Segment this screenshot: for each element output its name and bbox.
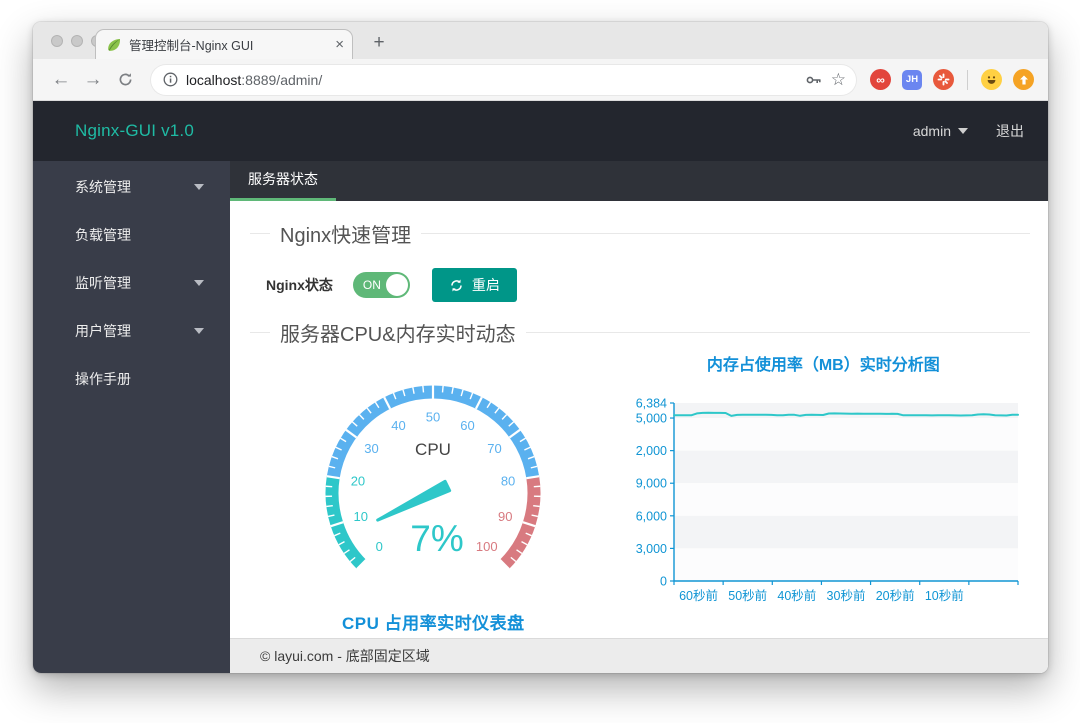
key-icon[interactable] xyxy=(805,71,823,89)
back-icon[interactable]: ← xyxy=(47,66,75,94)
sidebar-item-manual[interactable]: 操作手册 xyxy=(33,355,230,403)
logout-link[interactable]: 退出 xyxy=(996,121,1024,141)
nginx-status-row: Nginx状态 ON 重启 xyxy=(266,268,1030,302)
reload-icon[interactable] xyxy=(111,66,139,94)
svg-text:3,000: 3,000 xyxy=(636,542,667,556)
shutter-extension-icon[interactable] xyxy=(933,69,954,90)
svg-text:9,000: 9,000 xyxy=(636,477,667,491)
address-bar[interactable]: localhost:8889/admin/ ☆ xyxy=(151,65,856,95)
svg-text:100: 100 xyxy=(476,539,498,554)
sidebar-item-users[interactable]: 用户管理 xyxy=(33,307,230,355)
restart-button[interactable]: 重启 xyxy=(432,268,517,302)
svg-text:40秒前: 40秒前 xyxy=(778,588,817,603)
refresh-icon xyxy=(449,278,464,293)
svg-text:CPU: CPU xyxy=(415,440,451,459)
svg-text:60: 60 xyxy=(461,418,475,433)
chevron-down-icon xyxy=(194,328,204,334)
svg-text:0: 0 xyxy=(660,575,667,589)
footer-text: © layui.com - 底部固定区域 xyxy=(260,646,430,666)
nginx-status-toggle[interactable]: ON xyxy=(353,272,410,298)
svg-text:10: 10 xyxy=(354,509,368,524)
extensions-row: ∞ JH xyxy=(870,69,1038,90)
svg-text:0: 0 xyxy=(376,539,383,554)
footer: © layui.com - 底部固定区域 xyxy=(230,638,1048,673)
svg-text:2,000: 2,000 xyxy=(636,444,667,458)
main-panel: Nginx快速管理 Nginx状态 ON xyxy=(230,201,1048,638)
section-title: 服务器CPU&内存实时动态 xyxy=(270,318,526,347)
info-icon[interactable] xyxy=(163,72,178,87)
page-tab-bar: 服务器状态 xyxy=(230,161,1048,201)
charts-row: 0 10 20 30 40 50 60 70 80 90100 CPU 7% CPU 占用率实时仪表盘… xyxy=(250,339,1030,634)
svg-text:40: 40 xyxy=(392,418,406,433)
app-brand: Nginx-GUI v1.0 xyxy=(75,121,194,141)
sidebar-item-listen[interactable]: 监听管理 xyxy=(33,259,230,307)
jh-extension-icon[interactable]: JH xyxy=(902,70,922,90)
bookmark-star-icon[interactable]: ☆ xyxy=(831,71,846,88)
smiley-extension-icon[interactable] xyxy=(981,69,1002,90)
nginx-status-label: Nginx状态 xyxy=(266,275,333,295)
browser-window: 管理控制台-Nginx GUI × + ← → localho xyxy=(33,22,1048,673)
browser-tab[interactable]: 管理控制台-Nginx GUI × xyxy=(95,29,353,59)
svg-text:50: 50 xyxy=(426,410,440,425)
cpu-gauge-cell: 0 10 20 30 40 50 60 70 80 90100 CPU 7% CPU 占用率实时仪表盘 xyxy=(250,339,617,634)
chevron-down-icon xyxy=(958,128,968,134)
svg-text:70: 70 xyxy=(488,441,502,456)
infinity-extension-icon[interactable]: ∞ xyxy=(870,69,891,90)
toggle-knob xyxy=(386,274,408,296)
chevron-down-icon xyxy=(194,280,204,286)
tab-server-status[interactable]: 服务器状态 xyxy=(230,161,336,201)
memory-chart-title: 内存占使用率（MB）实时分析图 xyxy=(707,351,940,375)
url-text[interactable]: localhost:8889/admin/ xyxy=(186,72,797,88)
svg-text:6,384: 6,384 xyxy=(636,397,667,411)
browser-tab-strip: 管理控制台-Nginx GUI × + xyxy=(33,22,1048,59)
svg-text:7%: 7% xyxy=(411,518,464,559)
svg-text:80: 80 xyxy=(501,474,515,489)
cpu-gauge-chart: 0 10 20 30 40 50 60 70 80 90100 CPU 7% xyxy=(253,371,613,609)
svg-text:6,000: 6,000 xyxy=(636,509,667,523)
svg-text:60秒前: 60秒前 xyxy=(679,588,718,603)
section-title: Nginx快速管理 xyxy=(270,219,421,248)
svg-text:10秒前: 10秒前 xyxy=(925,588,964,603)
minimize-window-button[interactable] xyxy=(71,35,83,47)
svg-text:30秒前: 30秒前 xyxy=(827,588,866,603)
memory-line-chart: 6,3845,000 2,000 9,000 6,000 3,000 0 60秒前 50秒前 4… xyxy=(618,389,1028,617)
new-tab-button[interactable]: + xyxy=(365,30,393,56)
memory-chart-cell: 内存占使用率（MB）实时分析图 6,3845,000 2,000 9,000 6,00… xyxy=(617,339,1030,634)
svg-text:50秒前: 50秒前 xyxy=(729,588,768,603)
leaf-favicon-icon xyxy=(106,37,122,53)
upload-extension-icon[interactable] xyxy=(1013,69,1034,90)
chevron-down-icon xyxy=(194,184,204,190)
section-monitor: 服务器CPU&内存实时动态 xyxy=(250,332,1030,333)
sidebar-item-load[interactable]: 负载管理 xyxy=(33,211,230,259)
svg-text:90: 90 xyxy=(498,509,512,524)
sidebar-item-system[interactable]: 系统管理 xyxy=(33,163,230,211)
svg-text:5,000: 5,000 xyxy=(636,412,667,426)
gauge-caption: CPU 占用率实时仪表盘 xyxy=(342,609,525,634)
forward-icon[interactable]: → xyxy=(79,66,107,94)
app-header: Nginx-GUI v1.0 admin 退出 xyxy=(33,101,1048,161)
svg-text:20: 20 xyxy=(351,474,365,489)
svg-text:30: 30 xyxy=(365,441,379,456)
svg-text:20秒前: 20秒前 xyxy=(876,588,915,603)
section-quick-manage: Nginx快速管理 xyxy=(250,233,1030,234)
toolbar-divider xyxy=(967,70,968,90)
tab-close-icon[interactable]: × xyxy=(335,37,344,52)
sidebar: 系统管理 负载管理 监听管理 用户管理 操作手册 xyxy=(33,161,230,673)
browser-toolbar: ← → localhost:8889/admin/ xyxy=(33,59,1048,101)
username: admin xyxy=(913,123,951,139)
tab-title: 管理控制台-Nginx GUI xyxy=(129,35,328,54)
user-menu[interactable]: admin xyxy=(913,123,968,139)
desktop: 管理控制台-Nginx GUI × + ← → localho xyxy=(0,0,1080,723)
close-window-button[interactable] xyxy=(51,35,63,47)
